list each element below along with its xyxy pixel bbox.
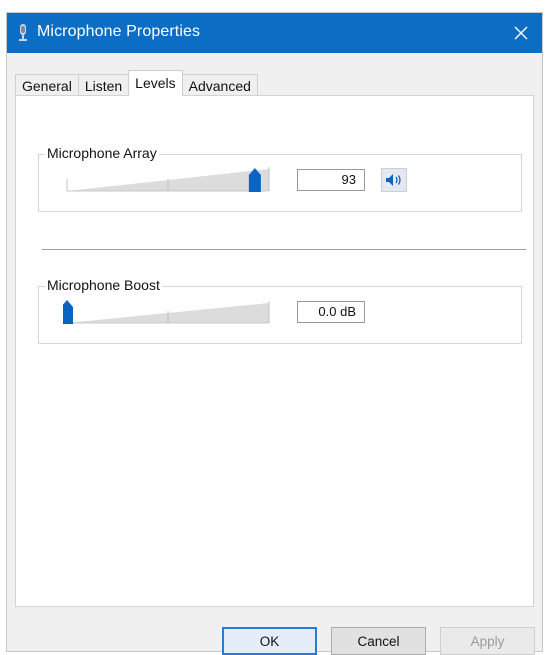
levels-panel: Microphone Array 93 Microphone Boost 0.0…	[15, 95, 534, 607]
microphone-array-value[interactable]: 93	[297, 169, 365, 191]
microphone-array-slider[interactable]	[63, 165, 275, 195]
mute-button[interactable]	[381, 168, 407, 192]
microphone-boost-slider-thumb[interactable]	[63, 300, 73, 324]
microphone-boost-label: Microphone Boost	[45, 277, 162, 293]
tab-levels[interactable]: Levels	[128, 70, 183, 96]
apply-button[interactable]: Apply	[440, 627, 535, 655]
microphone-array-label: Microphone Array	[45, 145, 159, 161]
ok-button[interactable]: OK	[222, 627, 317, 655]
speaker-icon	[386, 174, 401, 186]
cancel-button[interactable]: Cancel	[331, 627, 426, 655]
title-bar[interactable]: Microphone Properties	[7, 13, 542, 53]
close-icon	[514, 26, 528, 40]
microphone-boost-value[interactable]: 0.0 dB	[297, 301, 365, 323]
window-title: Microphone Properties	[37, 23, 201, 40]
tab-strip: General Listen Levels Advanced	[15, 70, 258, 96]
tab-general[interactable]: General	[15, 74, 79, 96]
section-divider	[42, 249, 526, 250]
microphone-icon	[19, 24, 27, 41]
microphone-properties-window: Microphone Properties General Listen Lev…	[6, 12, 543, 655]
microphone-array-group: Microphone Array 93	[38, 145, 522, 212]
tab-listen[interactable]: Listen	[77, 74, 130, 96]
close-button[interactable]	[500, 13, 542, 53]
microphone-boost-slider[interactable]	[63, 297, 275, 327]
microphone-boost-group: Microphone Boost 0.0 dB	[38, 277, 522, 344]
tab-advanced[interactable]: Advanced	[181, 74, 258, 96]
